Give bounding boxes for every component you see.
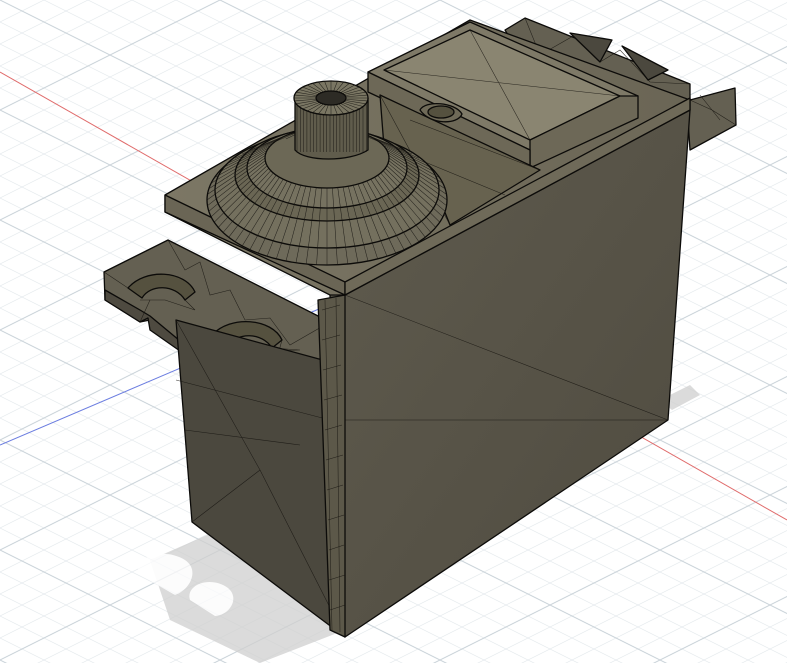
output-spline-shaft xyxy=(293,80,369,160)
3d-viewport-canvas[interactable] xyxy=(0,0,787,663)
scene-svg xyxy=(0,0,787,663)
